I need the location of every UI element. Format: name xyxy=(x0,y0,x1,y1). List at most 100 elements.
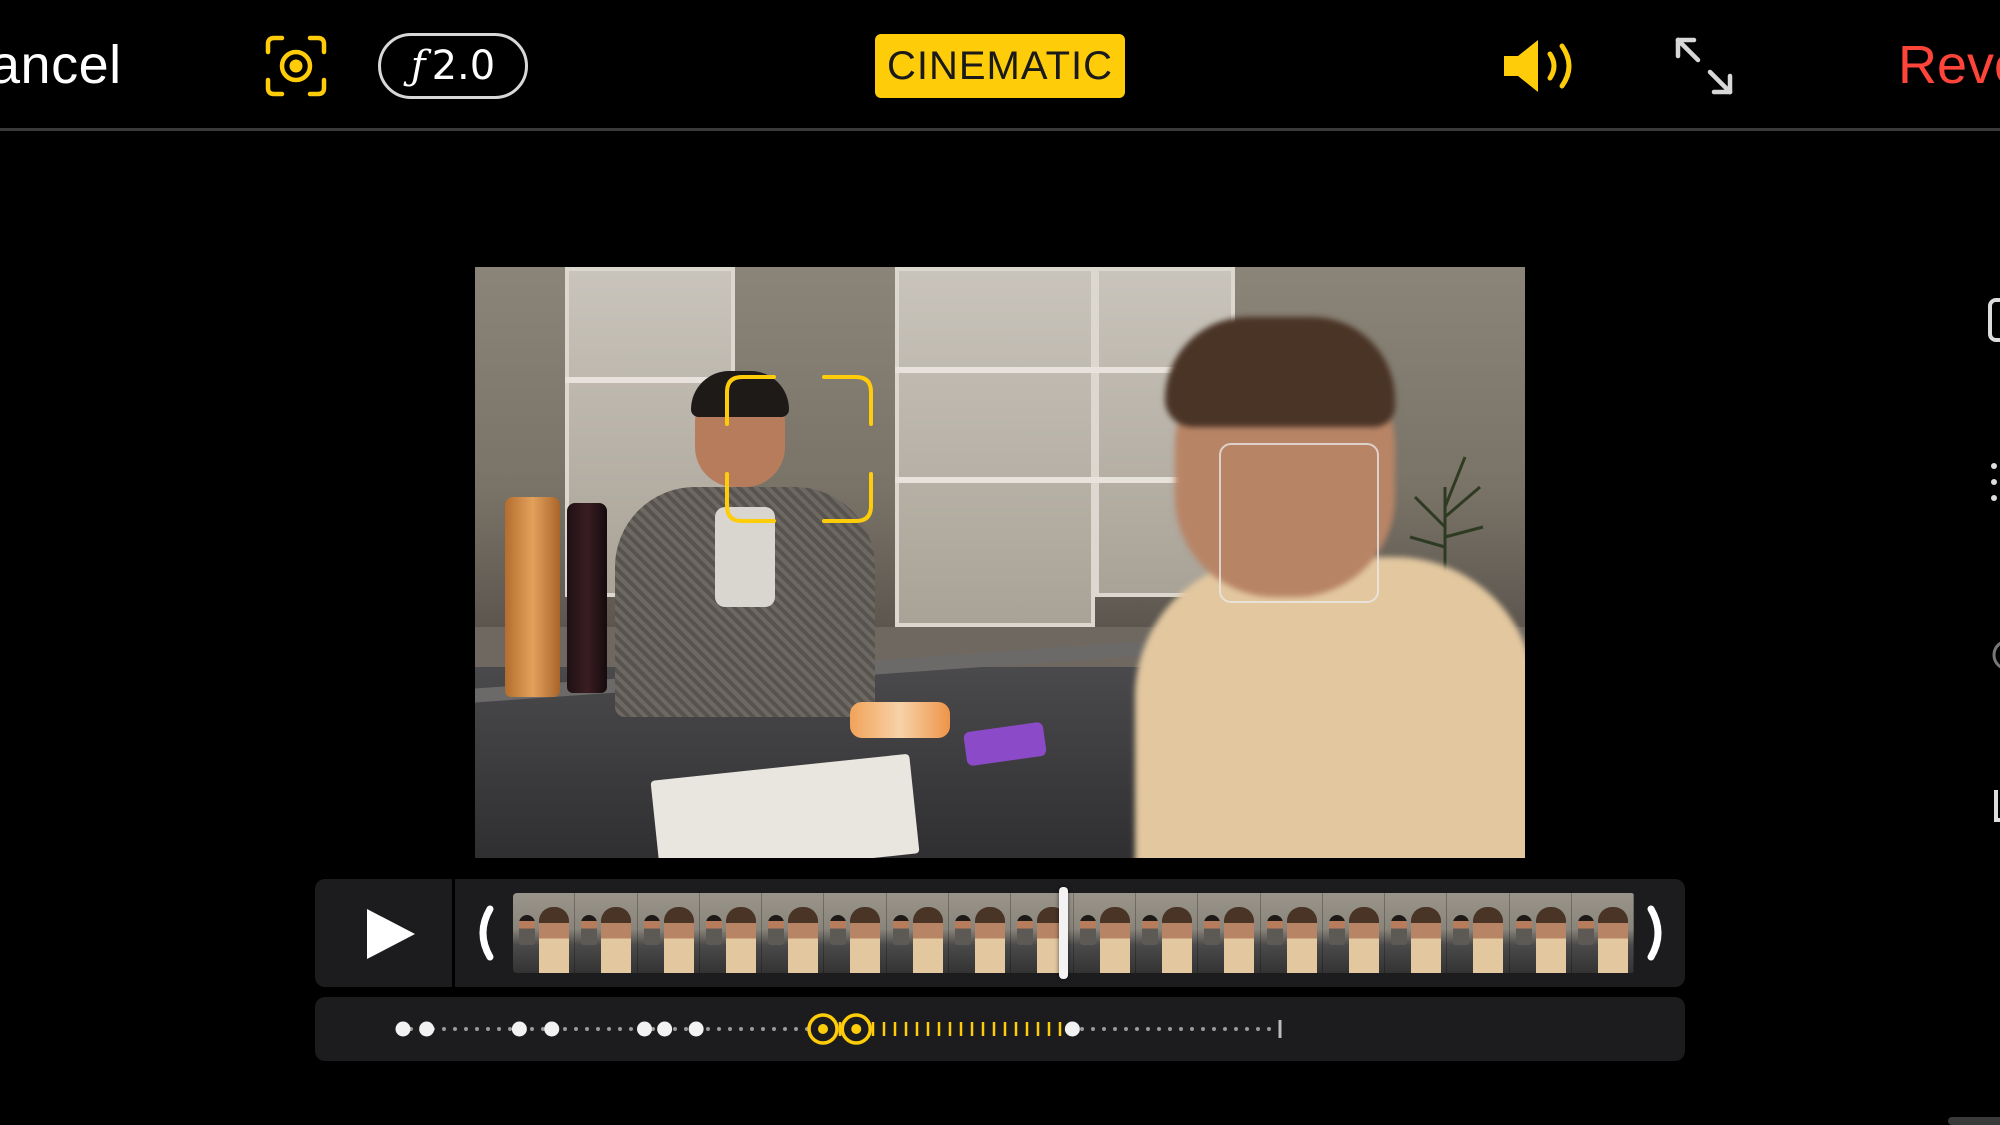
filmstrip-frame xyxy=(1198,893,1261,973)
frame-woman xyxy=(643,915,660,945)
filter-icon[interactable] xyxy=(1986,630,2000,680)
frame-boy xyxy=(1535,907,1566,973)
cinematic-mode-badge[interactable]: CINEMATIC xyxy=(875,34,1125,98)
frame-boy xyxy=(788,907,819,973)
revert-button[interactable]: Reve xyxy=(1898,34,2000,96)
focus-point-track[interactable] xyxy=(315,997,1685,1061)
filmstrip-frame xyxy=(637,893,700,973)
focus-track-tick xyxy=(508,1027,512,1031)
crop-icon[interactable] xyxy=(1986,786,2000,836)
filmstrip-frame xyxy=(886,893,950,973)
aperture-symbol: ƒ xyxy=(410,43,426,89)
focus-track-tick xyxy=(783,1027,787,1031)
frame-woman xyxy=(768,915,785,945)
focus-point-manual-dot xyxy=(851,1024,862,1034)
frame-woman xyxy=(705,915,722,945)
trim-handle-right[interactable] xyxy=(1645,903,1671,963)
focus-track-tick xyxy=(618,1027,622,1031)
focus-point-auto[interactable] xyxy=(511,1021,527,1037)
toolbar-divider xyxy=(0,128,2000,131)
speaker-icon[interactable] xyxy=(1500,34,1584,98)
frame-boy xyxy=(1411,907,1442,973)
expand-icon[interactable] xyxy=(1672,34,1736,98)
focus-track-tick xyxy=(585,1027,589,1031)
frame-boy xyxy=(1348,907,1379,973)
focus-track-tick xyxy=(1091,1027,1095,1031)
focus-point-auto[interactable] xyxy=(637,1021,652,1037)
focus-track-tick xyxy=(497,1027,501,1031)
frame-boy xyxy=(663,907,694,973)
focus-track-tick xyxy=(1080,1027,1084,1031)
frame-boy xyxy=(1224,907,1255,973)
cancel-button[interactable]: ancel xyxy=(0,34,122,96)
side-tool-icon[interactable] xyxy=(1986,296,2000,346)
focus-track-tick xyxy=(464,1027,468,1031)
filmstrip-frame xyxy=(1447,893,1510,973)
frame-woman xyxy=(1017,915,1034,945)
focus-lock-icon[interactable] xyxy=(264,34,328,98)
filmstrip-frame xyxy=(1260,893,1323,973)
filmstrip-frame xyxy=(699,893,763,973)
frame-boy xyxy=(1473,907,1504,973)
focus-point-auto[interactable] xyxy=(419,1021,435,1037)
focus-tracking-box-secondary[interactable] xyxy=(1219,443,1379,603)
focus-point-auto[interactable] xyxy=(657,1021,673,1037)
focus-track-tick xyxy=(1157,1027,1161,1031)
frame-woman xyxy=(830,915,847,945)
frame-woman xyxy=(1578,915,1595,945)
focus-track-tick xyxy=(607,1027,611,1031)
focus-track-tick xyxy=(1113,1027,1117,1031)
frame-woman xyxy=(1141,915,1158,945)
focus-tracking-box-primary[interactable] xyxy=(724,374,874,524)
focus-track-tick xyxy=(706,1027,710,1031)
trim-handle-left[interactable] xyxy=(470,903,496,963)
focus-point-auto[interactable] xyxy=(1064,1021,1080,1037)
focus-track-tick xyxy=(1190,1027,1194,1031)
focus-track-tick xyxy=(1179,1027,1183,1031)
focus-track-tick xyxy=(761,1027,765,1031)
focus-track-tick xyxy=(475,1027,479,1031)
focus-track-svg xyxy=(395,1013,1282,1045)
focus-track-tick xyxy=(772,1027,776,1031)
scene-sushi xyxy=(850,702,950,738)
scene-bottle xyxy=(567,503,607,693)
video-timeline xyxy=(315,879,1685,987)
frame-woman xyxy=(1515,915,1532,945)
filmstrip-frame xyxy=(1322,893,1386,973)
home-indicator xyxy=(1948,1117,2000,1125)
frame-woman xyxy=(1328,915,1345,945)
focus-track-tick xyxy=(1146,1027,1150,1031)
focus-track-tick xyxy=(1135,1027,1139,1031)
play-icon[interactable] xyxy=(363,907,417,961)
filmstrip-frame xyxy=(949,893,1012,973)
focus-point-auto[interactable] xyxy=(395,1021,411,1037)
filmstrip-frame xyxy=(1572,893,1635,973)
focus-track-tick xyxy=(442,1027,446,1031)
frame-woman xyxy=(1079,915,1096,945)
frame-boy xyxy=(1161,907,1192,973)
filmstrip-frame xyxy=(824,893,887,973)
frame-woman xyxy=(892,915,909,945)
aperture-button[interactable]: ƒ 2.0 xyxy=(378,33,528,99)
frame-woman xyxy=(1266,915,1283,945)
focus-track-tick xyxy=(486,1027,490,1031)
focus-point-auto[interactable] xyxy=(688,1021,704,1037)
frame-woman xyxy=(955,915,972,945)
filmstrip-frame xyxy=(1509,893,1573,973)
frame-boy xyxy=(1099,907,1130,973)
focus-track-tick xyxy=(1212,1027,1216,1031)
filmstrip-frame xyxy=(1073,893,1136,973)
filmstrip-frame xyxy=(762,893,825,973)
boy-hair xyxy=(1165,317,1395,427)
filmstrip-frame xyxy=(575,893,638,973)
adjust-dots-icon[interactable] xyxy=(1986,460,2000,510)
focus-point-auto[interactable] xyxy=(544,1021,560,1037)
playhead[interactable] xyxy=(1058,887,1068,979)
focus-track-tick xyxy=(574,1027,578,1031)
frame-boy xyxy=(1598,907,1629,973)
focus-track-tick xyxy=(1168,1027,1172,1031)
frame-boy xyxy=(601,907,632,973)
focus-track-tick xyxy=(1245,1027,1249,1031)
filmstrip[interactable] xyxy=(513,893,1635,973)
frame-boy xyxy=(850,907,881,973)
